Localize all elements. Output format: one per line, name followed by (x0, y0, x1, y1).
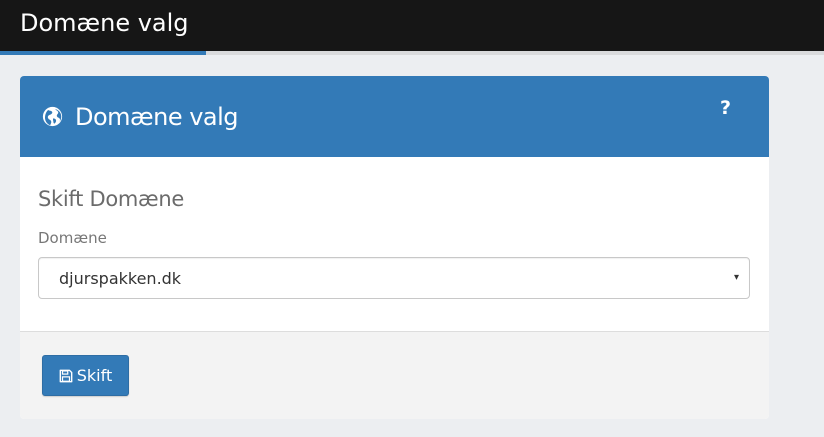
top-bar: Domæne valg (0, 0, 824, 51)
panel-footer: Skift (20, 331, 769, 419)
save-icon (59, 369, 73, 382)
section-title: Skift Domæne (38, 187, 184, 211)
chevron-down-icon: ▾ (733, 272, 739, 283)
page-title: Domæne valg (20, 8, 189, 37)
progress-bar (0, 51, 824, 55)
panel-body: Skift Domæne Domæne djurspakken.dk ▾ (20, 157, 769, 331)
skift-button-label: Skift (76, 366, 113, 385)
globe-icon (42, 106, 63, 127)
domain-select[interactable]: djurspakken.dk ▾ (38, 257, 750, 299)
progress-bar-fill (0, 51, 206, 55)
domain-panel: Domæne valg ? Skift Domæne Domæne djursp… (20, 76, 769, 419)
domain-select-value: djurspakken.dk (59, 269, 182, 288)
domain-field-label: Domæne (38, 229, 107, 247)
panel-title: Domæne valg (75, 102, 239, 131)
help-icon[interactable]: ? (720, 97, 731, 119)
panel-header: Domæne valg ? (20, 76, 769, 157)
skift-button[interactable]: Skift (42, 355, 129, 396)
